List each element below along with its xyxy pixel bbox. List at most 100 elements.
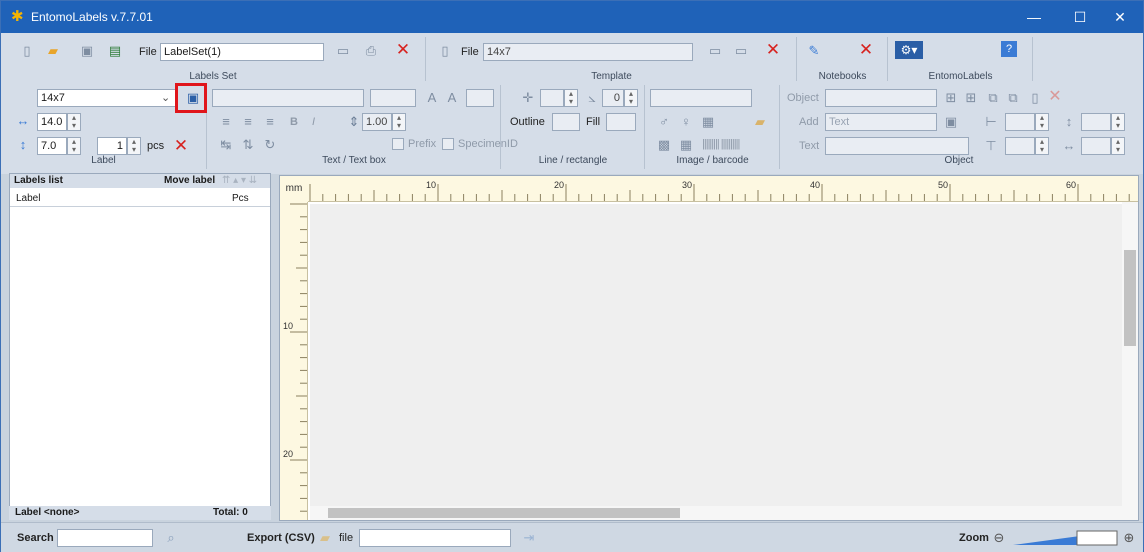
- edit-template-icon[interactable]: ▭: [705, 41, 725, 61]
- chevron-down-icon[interactable]: ⌄: [161, 89, 170, 107]
- rotate-text-icon[interactable]: ↻: [260, 135, 280, 155]
- minimize-button[interactable]: —: [1011, 1, 1057, 33]
- object-copy-icon[interactable]: ⧉: [983, 88, 1003, 108]
- width-spinner[interactable]: ▴ ▾: [67, 113, 81, 131]
- help-icon[interactable]: ?: [1001, 41, 1017, 57]
- angle-spinner[interactable]: ▴ ▾: [624, 89, 638, 107]
- italic-button[interactable]: I: [312, 113, 315, 131]
- barcode-icon[interactable]: ||||||||| ||||||||||: [702, 135, 740, 153]
- outline-select[interactable]: [552, 113, 580, 131]
- add-object-select[interactable]: Text: [825, 113, 937, 131]
- open-folder-icon[interactable]: ▰: [43, 41, 63, 61]
- column-header-pcs[interactable]: Pcs: [232, 190, 249, 207]
- bold-button[interactable]: B: [290, 113, 298, 131]
- new-file-icon[interactable]: ▯: [17, 41, 37, 61]
- align-left-icon[interactable]: ≡: [216, 112, 236, 132]
- labelset-file-field[interactable]: LabelSet(1): [160, 43, 324, 61]
- copies-field[interactable]: 1: [97, 137, 127, 155]
- image-icon[interactable]: ▩: [654, 135, 674, 155]
- copies-spinner[interactable]: ▴ ▾: [127, 137, 141, 155]
- design-area[interactable]: [310, 204, 1124, 506]
- text-direction-icon[interactable]: ↹: [216, 135, 236, 155]
- male-symbol-icon[interactable]: ♂: [654, 112, 674, 132]
- position-y-spinner[interactable]: ▴ ▾: [1035, 137, 1049, 155]
- save-template-icon[interactable]: ▭: [731, 41, 751, 61]
- horizontal-ruler: 10 20 30 40 50 60: [308, 176, 1138, 202]
- object-align-icon[interactable]: ⊞: [941, 88, 961, 108]
- object-width-field[interactable]: [1081, 137, 1111, 155]
- label-canvas: mm 10 20 30 40 50 60 10 20: [279, 175, 1139, 521]
- position-y-field[interactable]: [1005, 137, 1035, 155]
- zoom-thumb[interactable]: [1076, 530, 1118, 546]
- angle-field[interactable]: 0: [602, 89, 624, 107]
- export-file-field[interactable]: [359, 529, 511, 547]
- line-width-field[interactable]: [540, 89, 564, 107]
- line-width-spinner[interactable]: ▴ ▾: [564, 89, 578, 107]
- delete-labelset-icon[interactable]: ✕: [393, 40, 413, 60]
- object-group-label: Object: [944, 155, 974, 166]
- search-icon[interactable]: ⌕: [161, 528, 181, 548]
- delete-template-icon[interactable]: ✕: [763, 40, 783, 60]
- image-name-field[interactable]: [650, 89, 752, 107]
- vertical-text-icon[interactable]: ⇅: [238, 135, 258, 155]
- template-file-field[interactable]: 14x7: [483, 43, 693, 61]
- insert-image-icon[interactable]: ▦: [698, 112, 718, 132]
- image-folder-icon[interactable]: ▰: [750, 112, 770, 132]
- ruler-label: 30: [682, 180, 692, 190]
- remove-copies-icon[interactable]: ✕: [171, 136, 191, 156]
- height-spinner[interactable]: ▴ ▾: [67, 137, 81, 155]
- position-x-spinner[interactable]: ▴ ▾: [1035, 113, 1049, 131]
- shrink-font-icon[interactable]: A: [442, 88, 462, 108]
- vertical-scrollbar[interactable]: [1122, 202, 1138, 520]
- specimen-id-checkbox[interactable]: [442, 138, 454, 150]
- zoom-out-icon[interactable]: ⊖: [989, 528, 1009, 548]
- font-size-select[interactable]: [370, 89, 416, 107]
- label-width-field[interactable]: 14.0: [37, 113, 67, 131]
- fill-select[interactable]: [606, 113, 636, 131]
- move-arrows-icon[interactable]: ⇈ ▴ ▾ ⇊: [222, 174, 257, 188]
- export-folder-icon[interactable]: ▰: [315, 528, 335, 548]
- export-save-icon[interactable]: ⇥: [519, 528, 539, 548]
- delete-notebook-icon[interactable]: ✕: [856, 40, 876, 60]
- save-labelset-icon[interactable]: ▭: [333, 41, 353, 61]
- copies-unit: pcs: [147, 140, 165, 152]
- object-paste-icon[interactable]: ⧉: [1003, 88, 1023, 108]
- align-center-icon[interactable]: ≡: [238, 112, 258, 132]
- zoom-in-icon[interactable]: ⊕: [1119, 528, 1139, 548]
- vertical-scroll-thumb[interactable]: [1124, 250, 1136, 346]
- delete-object-icon[interactable]: ✕: [1045, 87, 1065, 107]
- settings-gear-icon[interactable]: ⚙▾: [895, 41, 923, 59]
- object-height-field[interactable]: [1081, 113, 1111, 131]
- position-x-field[interactable]: [1005, 113, 1035, 131]
- column-header-label[interactable]: Label: [16, 190, 40, 207]
- label-template-select[interactable]: 14x7: [37, 89, 177, 107]
- font-select[interactable]: [212, 89, 364, 107]
- qr-code-icon[interactable]: ▦: [676, 135, 696, 155]
- close-button[interactable]: ✕: [1097, 1, 1143, 33]
- label-height-field[interactable]: 7.0: [37, 137, 67, 155]
- line-spacing-field[interactable]: 1.00: [362, 113, 392, 131]
- align-right-icon[interactable]: ≡: [260, 112, 280, 132]
- line-spacing-spinner[interactable]: ▴ ▾: [392, 113, 406, 131]
- prefix-checkbox[interactable]: [392, 138, 404, 150]
- horizontal-scroll-thumb[interactable]: [328, 508, 680, 518]
- grow-font-icon[interactable]: A: [422, 88, 442, 108]
- object-height-spinner[interactable]: ▴ ▾: [1111, 113, 1125, 131]
- add-object-icon[interactable]: ▣: [941, 112, 961, 132]
- horizontal-scrollbar[interactable]: [310, 506, 1124, 520]
- new-template-icon[interactable]: ▯: [435, 41, 455, 61]
- search-input[interactable]: [57, 529, 153, 547]
- object-text-field[interactable]: [825, 137, 969, 155]
- font-color-select[interactable]: [466, 89, 494, 107]
- notebook-edit-icon[interactable]: ✎: [804, 41, 824, 61]
- female-symbol-icon[interactable]: ♀: [676, 112, 696, 132]
- object-select[interactable]: [825, 89, 937, 107]
- object-group-icon[interactable]: ⊞: [961, 88, 981, 108]
- zoom-slider[interactable]: [1013, 529, 1121, 547]
- new-labelset-icon[interactable]: ▣: [77, 41, 97, 61]
- object-width-spinner[interactable]: ▴ ▾: [1111, 137, 1125, 155]
- object-label: Object: [787, 92, 819, 104]
- import-icon[interactable]: ▤: [105, 41, 125, 61]
- object-duplicate-icon[interactable]: ▯: [1025, 88, 1045, 108]
- print-icon[interactable]: ⎙: [361, 41, 381, 61]
